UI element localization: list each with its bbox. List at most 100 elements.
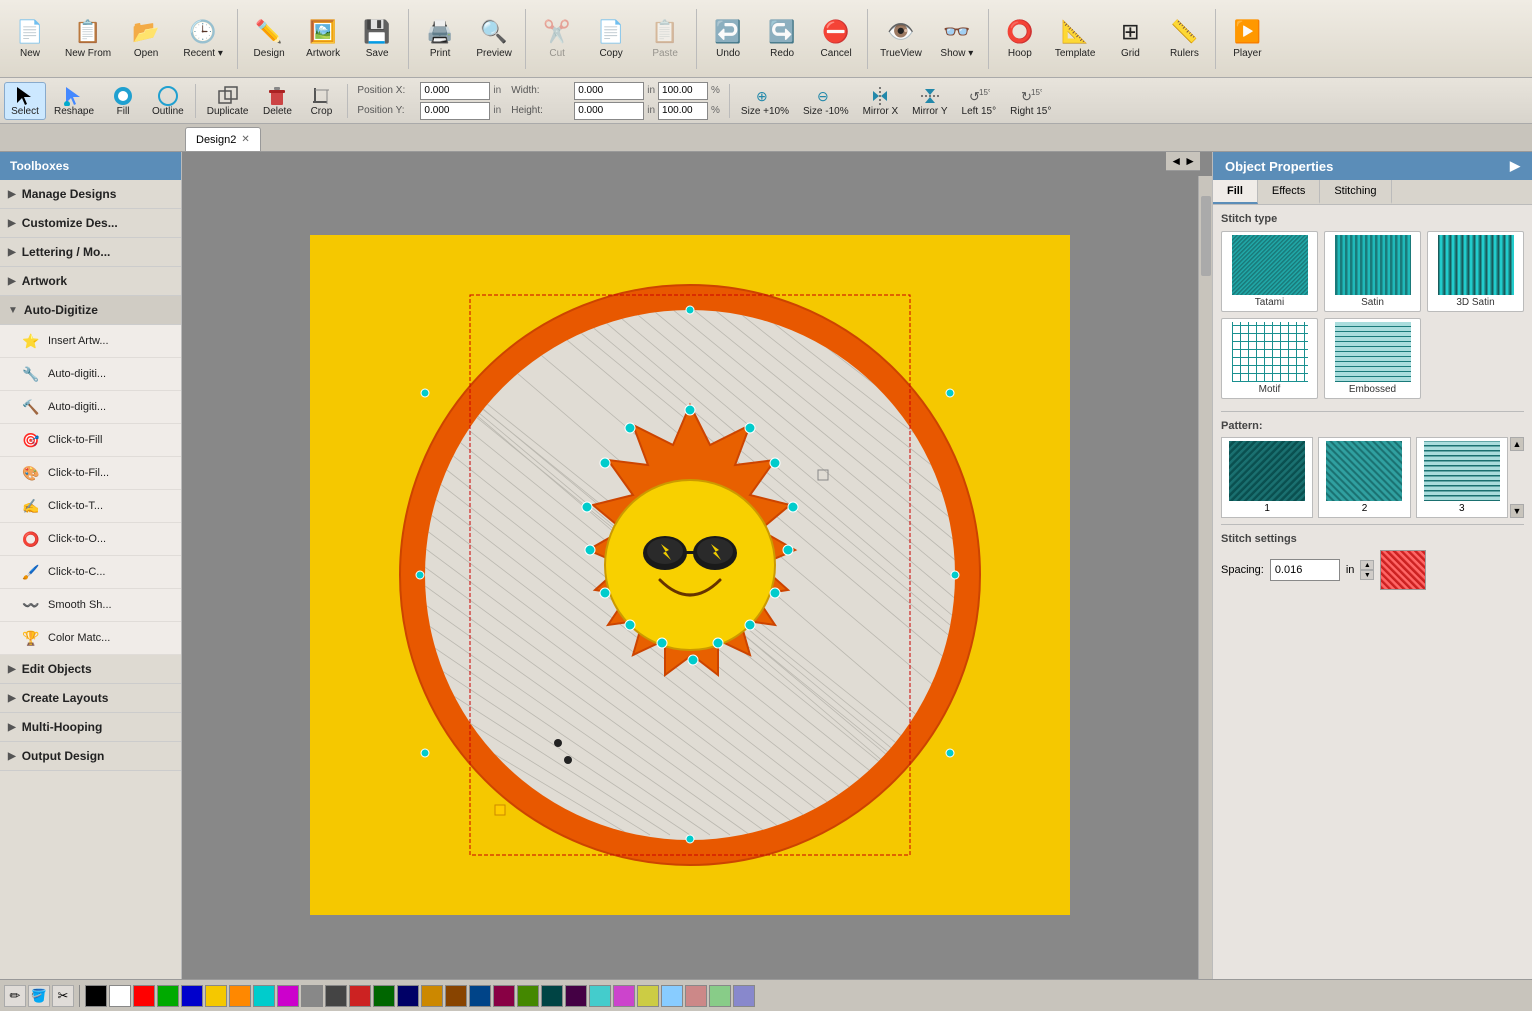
- right-content[interactable]: Stitch type Tatami Satin: [1213, 205, 1532, 1011]
- hoop-button[interactable]: ⭕ Hoop: [994, 5, 1046, 73]
- click-to-c-item[interactable]: 🖌️ Click-to-C...: [0, 556, 181, 589]
- cancel-button[interactable]: ⛔ Cancel: [810, 5, 862, 73]
- color-swatch-11[interactable]: [349, 985, 371, 1007]
- preview-button[interactable]: 🔍 Preview: [468, 5, 520, 73]
- nav-left-arrow[interactable]: ◄: [1170, 154, 1182, 168]
- palette-tool-3[interactable]: ✂: [52, 985, 74, 1007]
- delete-button[interactable]: Delete: [256, 82, 298, 120]
- stitch-3d-satin[interactable]: 3D Satin: [1427, 231, 1524, 312]
- redo-button[interactable]: ↪️ Redo: [756, 5, 808, 73]
- sidebar-item-customize-des[interactable]: ▶ Customize Des...: [0, 209, 181, 238]
- grid-button[interactable]: ⊞ Grid: [1104, 5, 1156, 73]
- stitch-swatch-preview[interactable]: [1380, 550, 1426, 590]
- color-swatch-12[interactable]: [373, 985, 395, 1007]
- smooth-sh-item[interactable]: 〰️ Smooth Sh...: [0, 589, 181, 622]
- scale-h-input[interactable]: [658, 102, 708, 120]
- color-swatch-4[interactable]: [181, 985, 203, 1007]
- sidebar-item-output-design[interactable]: ▶ Output Design: [0, 742, 181, 771]
- color-swatch-3[interactable]: [157, 985, 179, 1007]
- color-swatch-23[interactable]: [637, 985, 659, 1007]
- canvas-area[interactable]: ◄ ►: [182, 152, 1212, 1011]
- sidebar-item-edit-objects[interactable]: ▶ Edit Objects: [0, 655, 181, 684]
- pos-x-input[interactable]: [420, 82, 490, 100]
- color-swatch-9[interactable]: [301, 985, 323, 1007]
- color-swatch-26[interactable]: [709, 985, 731, 1007]
- tab-design2[interactable]: Design2 ✕: [185, 127, 261, 151]
- color-swatch-7[interactable]: [253, 985, 275, 1007]
- color-swatch-19[interactable]: [541, 985, 563, 1007]
- color-swatch-8[interactable]: [277, 985, 299, 1007]
- color-swatch-14[interactable]: [421, 985, 443, 1007]
- stitch-tatami[interactable]: Tatami: [1221, 231, 1318, 312]
- stitch-satin[interactable]: Satin: [1324, 231, 1421, 312]
- duplicate-button[interactable]: Duplicate: [201, 82, 255, 120]
- color-swatch-6[interactable]: [229, 985, 251, 1007]
- color-swatch-2[interactable]: [133, 985, 155, 1007]
- paste-button[interactable]: 📋 Paste: [639, 5, 691, 73]
- sidebar-item-lettering[interactable]: ▶ Lettering / Mo...: [0, 238, 181, 267]
- color-swatch-13[interactable]: [397, 985, 419, 1007]
- cut-button[interactable]: ✂️ Cut: [531, 5, 583, 73]
- color-swatch-21[interactable]: [589, 985, 611, 1007]
- vscroll-thumb[interactable]: [1201, 196, 1211, 276]
- color-swatch-16[interactable]: [469, 985, 491, 1007]
- click-to-fil2-item[interactable]: 🎨 Click-to-Fil...: [0, 457, 181, 490]
- crop-button[interactable]: Crop: [300, 82, 342, 120]
- click-to-t-item[interactable]: ✍️ Click-to-T...: [0, 490, 181, 523]
- size-plus-button[interactable]: ⊕ Size +10%: [735, 82, 795, 120]
- tab-fill[interactable]: Fill: [1213, 180, 1258, 204]
- rotate-right-button[interactable]: ↻15° Right 15°: [1004, 82, 1057, 120]
- left-scroll[interactable]: ▶ Manage Designs ▶ Customize Des... ▶ Le…: [0, 180, 181, 1011]
- recent-button[interactable]: 🕒 Recent ▾: [174, 5, 232, 73]
- undo-button[interactable]: ↩️ Undo: [702, 5, 754, 73]
- click-to-fill-item[interactable]: 🎯 Click-to-Fill: [0, 424, 181, 457]
- sidebar-item-artwork[interactable]: ▶ Artwork: [0, 267, 181, 296]
- mirror-y-button[interactable]: Mirror Y: [906, 82, 953, 120]
- pattern-1[interactable]: 1: [1221, 437, 1313, 518]
- template-button[interactable]: 📐 Template: [1048, 5, 1103, 73]
- sidebar-item-auto-digitize[interactable]: ▼ Auto-Digitize: [0, 296, 181, 325]
- insert-artw-item[interactable]: ⭐ Insert Artw...: [0, 325, 181, 358]
- select-tool-button[interactable]: Select: [4, 82, 46, 120]
- obj-props-expand-icon[interactable]: ▶: [1510, 158, 1520, 174]
- sidebar-item-create-layouts[interactable]: ▶ Create Layouts: [0, 684, 181, 713]
- click-to-o-item[interactable]: ⭕ Click-to-O...: [0, 523, 181, 556]
- color-swatch-5[interactable]: [205, 985, 227, 1007]
- pattern-3[interactable]: 3: [1416, 437, 1508, 518]
- canvas-vscroll[interactable]: [1198, 176, 1212, 1011]
- reshape-tool-button[interactable]: Reshape: [48, 82, 100, 120]
- new-from-button[interactable]: 📋 New From: [58, 5, 118, 73]
- auto-digit2-item[interactable]: 🔨 Auto-digiti...: [0, 391, 181, 424]
- artwork-button[interactable]: 🖼️ Artwork: [297, 5, 349, 73]
- pattern-scroll-down[interactable]: ▼: [1510, 504, 1524, 518]
- tab-close-button[interactable]: ✕: [241, 134, 249, 145]
- color-swatch-1[interactable]: [109, 985, 131, 1007]
- height-input[interactable]: [574, 102, 644, 120]
- width-input[interactable]: [574, 82, 644, 100]
- pattern-2[interactable]: 2: [1318, 437, 1410, 518]
- trueview-button[interactable]: 👁️ TrueView: [873, 5, 929, 73]
- tab-effects[interactable]: Effects: [1258, 180, 1320, 204]
- color-swatch-17[interactable]: [493, 985, 515, 1007]
- outline-tool-button[interactable]: Outline: [146, 82, 190, 120]
- copy-button[interactable]: 📄 Copy: [585, 5, 637, 73]
- spacing-input[interactable]: [1270, 559, 1340, 581]
- design-button[interactable]: ✏️ Design: [243, 5, 295, 73]
- open-button[interactable]: 📂 Open: [120, 5, 172, 73]
- color-swatch-24[interactable]: [661, 985, 683, 1007]
- palette-tool-1[interactable]: ✏: [4, 985, 26, 1007]
- spacing-down-button[interactable]: ▼: [1360, 570, 1374, 580]
- size-minus-button[interactable]: ⊖ Size -10%: [797, 82, 855, 120]
- sidebar-item-manage-designs[interactable]: ▶ Manage Designs: [0, 180, 181, 209]
- stitch-embossed[interactable]: Embossed: [1324, 318, 1421, 399]
- auto-digit1-item[interactable]: 🔧 Auto-digiti...: [0, 358, 181, 391]
- sidebar-item-multi-hooping[interactable]: ▶ Multi-Hooping: [0, 713, 181, 742]
- spacing-up-button[interactable]: ▲: [1360, 560, 1374, 570]
- tab-stitching[interactable]: Stitching: [1320, 180, 1391, 204]
- color-swatch-0[interactable]: [85, 985, 107, 1007]
- color-swatch-18[interactable]: [517, 985, 539, 1007]
- stitch-motif[interactable]: Motif: [1221, 318, 1318, 399]
- fill-tool-button[interactable]: Fill: [102, 82, 144, 120]
- print-button[interactable]: 🖨️ Print: [414, 5, 466, 73]
- rulers-button[interactable]: 📏 Rulers: [1158, 5, 1210, 73]
